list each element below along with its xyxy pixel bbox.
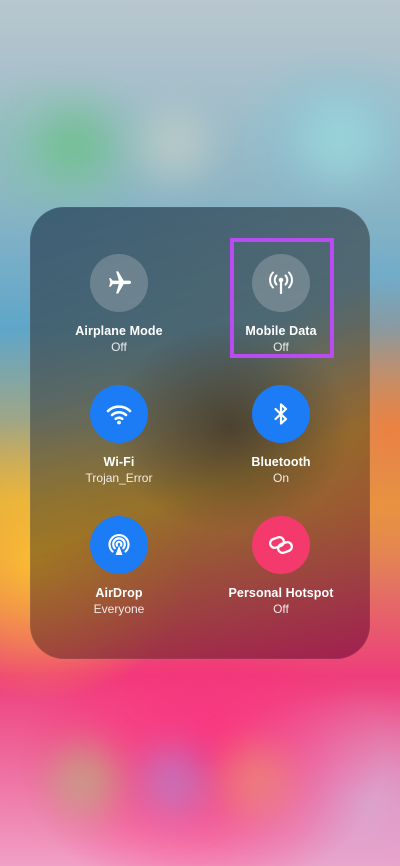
bluetooth-status: On (272, 471, 289, 485)
bluetooth-label: Bluetooth (251, 455, 311, 469)
personal-hotspot-icon (269, 535, 293, 555)
mobile-data-toggle[interactable]: Mobile Data Off (201, 254, 361, 364)
airplane-mode-toggle[interactable]: Airplane Mode Off (39, 254, 199, 364)
mobile-data-status: Off (273, 340, 289, 354)
blurred-app-icon (40, 110, 110, 180)
personal-hotspot-button[interactable] (252, 516, 310, 574)
wifi-toggle[interactable]: Wi-Fi Trojan_Error (39, 385, 199, 495)
blurred-app-icon (140, 110, 210, 180)
wifi-label: Wi-Fi (103, 455, 135, 469)
personal-hotspot-label: Personal Hotspot (228, 586, 334, 600)
antenna-icon (269, 271, 293, 295)
airplane-icon (109, 271, 132, 294)
bluetooth-icon (274, 403, 288, 425)
mobile-data-label: Mobile Data (245, 324, 317, 338)
blurred-app-icon (300, 100, 380, 180)
personal-hotspot-status: Off (273, 602, 289, 616)
airplane-mode-status: Off (111, 340, 127, 354)
airplane-mode-label: Airplane Mode (75, 324, 163, 338)
airplane-mode-button[interactable] (90, 254, 148, 312)
airdrop-toggle[interactable]: AirDrop Everyone (39, 516, 199, 626)
airdrop-status: Everyone (93, 602, 145, 616)
wifi-icon (106, 405, 132, 425)
bluetooth-button[interactable] (252, 385, 310, 443)
bluetooth-toggle[interactable]: Bluetooth On (201, 385, 361, 495)
personal-hotspot-toggle[interactable]: Personal Hotspot Off (201, 516, 361, 626)
airdrop-button[interactable] (90, 516, 148, 574)
blurred-dock-icon (220, 745, 290, 815)
blurred-dock-icon (140, 745, 210, 815)
airdrop-label: AirDrop (95, 586, 143, 600)
wifi-network-name: Trojan_Error (85, 471, 153, 485)
blurred-dock-icon (50, 745, 120, 815)
wifi-button[interactable] (90, 385, 148, 443)
airdrop-icon (108, 533, 130, 555)
mobile-data-button[interactable] (252, 254, 310, 312)
